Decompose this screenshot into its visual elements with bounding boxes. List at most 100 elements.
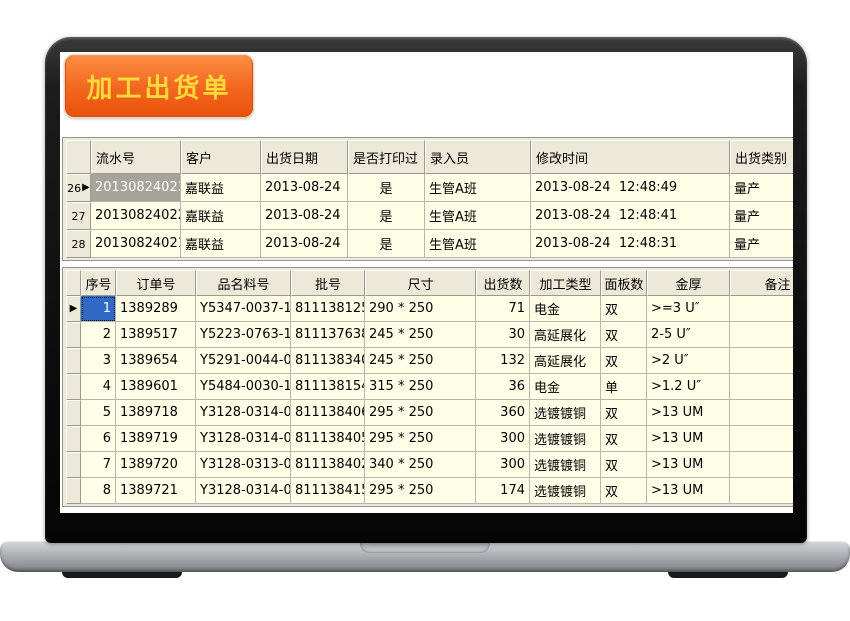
cell[interactable]: 1389719 [116, 426, 196, 452]
cell[interactable]: Y3128-0313-000 [196, 452, 291, 478]
cell[interactable] [730, 400, 793, 426]
column-header[interactable]: 出货日期 [261, 140, 348, 174]
cell[interactable]: 8111381256. [291, 296, 365, 322]
column-header[interactable]: 尺寸 [365, 270, 476, 296]
cell[interactable]: 选镀镀铜 [530, 400, 601, 426]
cell[interactable]: 是 [348, 174, 425, 202]
cell[interactable]: 电金 [530, 374, 601, 400]
column-header[interactable]: 客户 [181, 140, 261, 174]
cell[interactable]: >13 UM [647, 452, 730, 478]
cell[interactable]: 2-5 U″ [647, 322, 730, 348]
row-selector[interactable] [66, 452, 81, 478]
cell[interactable]: 8111381542 [291, 374, 365, 400]
cell[interactable]: 8 [81, 478, 116, 504]
cell[interactable]: 20130824021 [91, 230, 181, 258]
table-row[interactable]: ▶11389289Y5347-0037-1008111381256.290 * … [66, 296, 793, 322]
cell[interactable]: 1389720 [116, 452, 196, 478]
cell[interactable]: Y5484-0030-100 [196, 374, 291, 400]
column-header[interactable]: 序号 [81, 270, 116, 296]
cell[interactable]: 4 [81, 374, 116, 400]
cell[interactable]: 1389654 [116, 348, 196, 374]
cell[interactable] [730, 348, 793, 374]
cell[interactable]: >2 U″ [647, 348, 730, 374]
cell[interactable]: 选镀镀铜 [530, 452, 601, 478]
cell[interactable]: 量产 [730, 174, 793, 202]
row-selector-header[interactable] [66, 270, 81, 296]
cell[interactable]: 8111384068 [291, 400, 365, 426]
cell[interactable]: >13 UM [647, 478, 730, 504]
cell[interactable]: 174 [476, 478, 530, 504]
cell[interactable]: 30 [476, 322, 530, 348]
row-selector[interactable]: 26▶ [66, 174, 91, 202]
cell[interactable]: >=3 U″ [647, 296, 730, 322]
cell[interactable]: 1389601 [116, 374, 196, 400]
cell[interactable]: 295 * 250 [365, 400, 476, 426]
cell[interactable]: 8111383404 [291, 348, 365, 374]
cell[interactable] [730, 296, 793, 322]
cell[interactable]: 6 [81, 426, 116, 452]
cell[interactable]: 3 [81, 348, 116, 374]
cell[interactable]: 双 [601, 322, 647, 348]
table-row[interactable]: 41389601Y5484-0030-1008111381542315 * 25… [66, 374, 793, 400]
cell[interactable]: 生管A班 [425, 174, 531, 202]
column-header[interactable]: 是否打印过 [348, 140, 425, 174]
cell[interactable] [730, 426, 793, 452]
column-header[interactable]: 修改时间 [531, 140, 730, 174]
cell[interactable]: 双 [601, 452, 647, 478]
cell[interactable]: 1389289 [116, 296, 196, 322]
cell[interactable]: 高延展化 [530, 322, 601, 348]
column-header[interactable]: 录入员 [425, 140, 531, 174]
cell[interactable]: >13 UM [647, 426, 730, 452]
cell[interactable]: 双 [601, 400, 647, 426]
column-header[interactable]: 品名料号 [196, 270, 291, 296]
cell[interactable]: 360 [476, 400, 530, 426]
table-row[interactable]: 31389654Y5291-0044-0008111383404245 * 25… [66, 348, 793, 374]
cell[interactable] [730, 452, 793, 478]
column-header[interactable]: 流水号 [91, 140, 181, 174]
cell[interactable]: 双 [601, 478, 647, 504]
column-header[interactable]: 备注 [730, 270, 793, 296]
cell[interactable]: 8111384029 [291, 452, 365, 478]
cell[interactable]: Y3128-0314-000 [196, 478, 291, 504]
table-row[interactable]: 71389720Y3128-0313-0008111384029340 * 25… [66, 452, 793, 478]
table-row[interactable]: 2820130824021嘉联益2013-08-24是生管A班2013-08-2… [66, 230, 793, 258]
cell[interactable]: 5 [81, 400, 116, 426]
row-selector[interactable]: ▶ [66, 296, 81, 322]
cell[interactable]: 132 [476, 348, 530, 374]
cell[interactable]: 嘉联益 [181, 230, 261, 258]
cell[interactable]: 选镀镀铜 [530, 478, 601, 504]
cell[interactable]: 300 [476, 426, 530, 452]
cell[interactable]: 嘉联益 [181, 174, 261, 202]
cell[interactable]: 2013-08-24 [261, 230, 348, 258]
row-selector[interactable] [66, 374, 81, 400]
cell[interactable]: 双 [601, 296, 647, 322]
cell[interactable] [730, 374, 793, 400]
cell[interactable]: 20130824023 [91, 174, 181, 202]
cell[interactable]: 双 [601, 426, 647, 452]
cell[interactable]: >1.2 U″ [647, 374, 730, 400]
column-header[interactable]: 出货类别 [730, 140, 793, 174]
cell[interactable]: 2 [81, 322, 116, 348]
cell[interactable]: 高延展化 [530, 348, 601, 374]
row-selector-header[interactable] [66, 140, 91, 174]
column-header[interactable]: 加工类型 [530, 270, 601, 296]
cell[interactable]: 245 * 250 [365, 322, 476, 348]
row-selector[interactable]: 27 [66, 202, 91, 230]
cell[interactable]: Y5291-0044-000 [196, 348, 291, 374]
cell[interactable]: 嘉联益 [181, 202, 261, 230]
table-row[interactable]: 61389719Y3128-0314-0008111384059295 * 25… [66, 426, 793, 452]
cell[interactable]: 生管A班 [425, 202, 531, 230]
cell[interactable]: 2013-08-24 12:48:41 [531, 202, 730, 230]
cell[interactable]: 71 [476, 296, 530, 322]
column-header[interactable]: 面板数 [601, 270, 647, 296]
cell[interactable]: 2013-08-24 [261, 202, 348, 230]
cell[interactable]: 300 [476, 452, 530, 478]
cell[interactable]: 245 * 250 [365, 348, 476, 374]
cell[interactable]: 选镀镀铜 [530, 426, 601, 452]
cell[interactable]: 1389517 [116, 322, 196, 348]
cell[interactable]: 1 [81, 296, 116, 322]
cell[interactable]: 1389718 [116, 400, 196, 426]
cell[interactable] [730, 322, 793, 348]
cell[interactable]: 2013-08-24 12:48:49 [531, 174, 730, 202]
cell[interactable]: 8111376383 [291, 322, 365, 348]
